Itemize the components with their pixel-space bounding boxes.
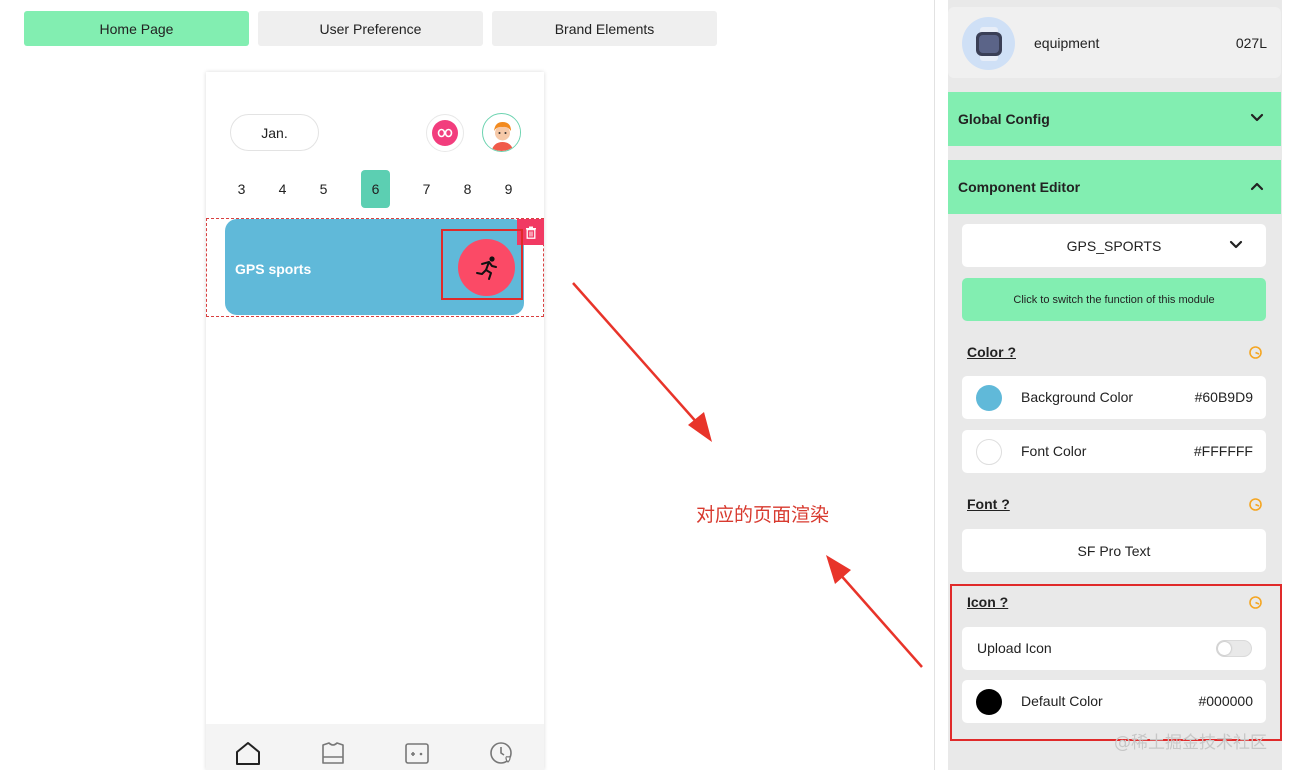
module-select-value: GPS_SPORTS [1066,237,1162,254]
default-color-row[interactable]: Default Color #000000 [962,680,1266,723]
tab-brand-elements[interactable]: Brand Elements [492,11,717,46]
background-color-swatch[interactable] [976,385,1002,411]
upload-icon-row: Upload Icon [962,627,1266,670]
chevron-down-icon [1229,240,1243,249]
clock-heart-icon[interactable] [489,740,515,766]
upload-icon-toggle[interactable] [1216,640,1252,657]
component-editor-label: Component Editor [958,179,1081,195]
icon-section-label[interactable]: Icon ? [967,594,1008,610]
day-7[interactable]: 7 [412,170,441,208]
default-color-value: #000000 [1198,693,1253,709]
refresh-icon[interactable] [1248,595,1263,610]
chevron-down-icon [1250,113,1264,122]
home-icon[interactable] [235,740,261,766]
run-button[interactable] [458,239,515,296]
font-section-label[interactable]: Font ? [967,496,1010,512]
background-color-label: Background Color [1021,389,1134,405]
device-code: 027L [1235,35,1267,51]
day-4[interactable]: 4 [268,170,297,208]
smartwatch-icon [962,17,1015,70]
chevron-up-icon [1250,182,1264,191]
bottom-nav [206,724,544,770]
upload-icon-label: Upload Icon [977,640,1052,656]
font-color-swatch[interactable] [976,439,1002,465]
day-3[interactable]: 3 [227,170,256,208]
default-color-swatch[interactable] [976,689,1002,715]
toggle-knob [1218,642,1231,655]
component-editor-header[interactable]: Component Editor [948,160,1281,214]
font-family-select[interactable]: SF Pro Text [962,529,1266,572]
global-config-header[interactable]: Global Config [948,92,1281,146]
phone-preview: Jan. 3 4 5 6 7 8 9 GPS sports [206,72,544,770]
avatar[interactable] [482,113,521,152]
trash-icon [525,226,536,239]
refresh-icon[interactable] [1248,345,1263,360]
panel-divider [934,0,935,770]
app-root: Home Page User Preference Brand Elements… [0,0,1298,770]
switch-function-button[interactable]: Click to switch the function of this mod… [962,278,1266,321]
running-person-icon [475,255,497,280]
tab-home-page[interactable]: Home Page [24,11,249,46]
shirt-icon[interactable] [320,740,346,766]
link-button[interactable] [426,114,464,152]
device-card[interactable]: equipment 027L [948,7,1281,78]
card-title: GPS sports [235,261,312,277]
module-select[interactable]: GPS_SPORTS [962,224,1266,267]
day-5[interactable]: 5 [309,170,338,208]
watermark: @稀土掘金技术社区 [1114,733,1267,753]
device-name: equipment [1034,35,1100,51]
annotation-text: 对应的页面渲染 [696,504,830,526]
global-config-label: Global Config [958,111,1050,127]
month-selector[interactable]: Jan. [230,114,319,151]
gamepad-icon[interactable] [404,740,430,766]
link-icon [432,120,458,146]
refresh-icon[interactable] [1248,497,1263,512]
day-8[interactable]: 8 [453,170,482,208]
font-color-value: #FFFFFF [1193,443,1253,459]
background-color-value: #60B9D9 [1194,389,1253,405]
day-9[interactable]: 9 [494,170,523,208]
default-color-label: Default Color [1021,693,1103,709]
background-color-row[interactable]: Background Color #60B9D9 [962,376,1266,419]
tab-user-preference[interactable]: User Preference [258,11,483,46]
font-color-label: Font Color [1021,443,1087,459]
color-section-label[interactable]: Color ? [967,344,1016,360]
font-color-row[interactable]: Font Color #FFFFFF [962,430,1266,473]
day-6-selected[interactable]: 6 [361,170,390,208]
